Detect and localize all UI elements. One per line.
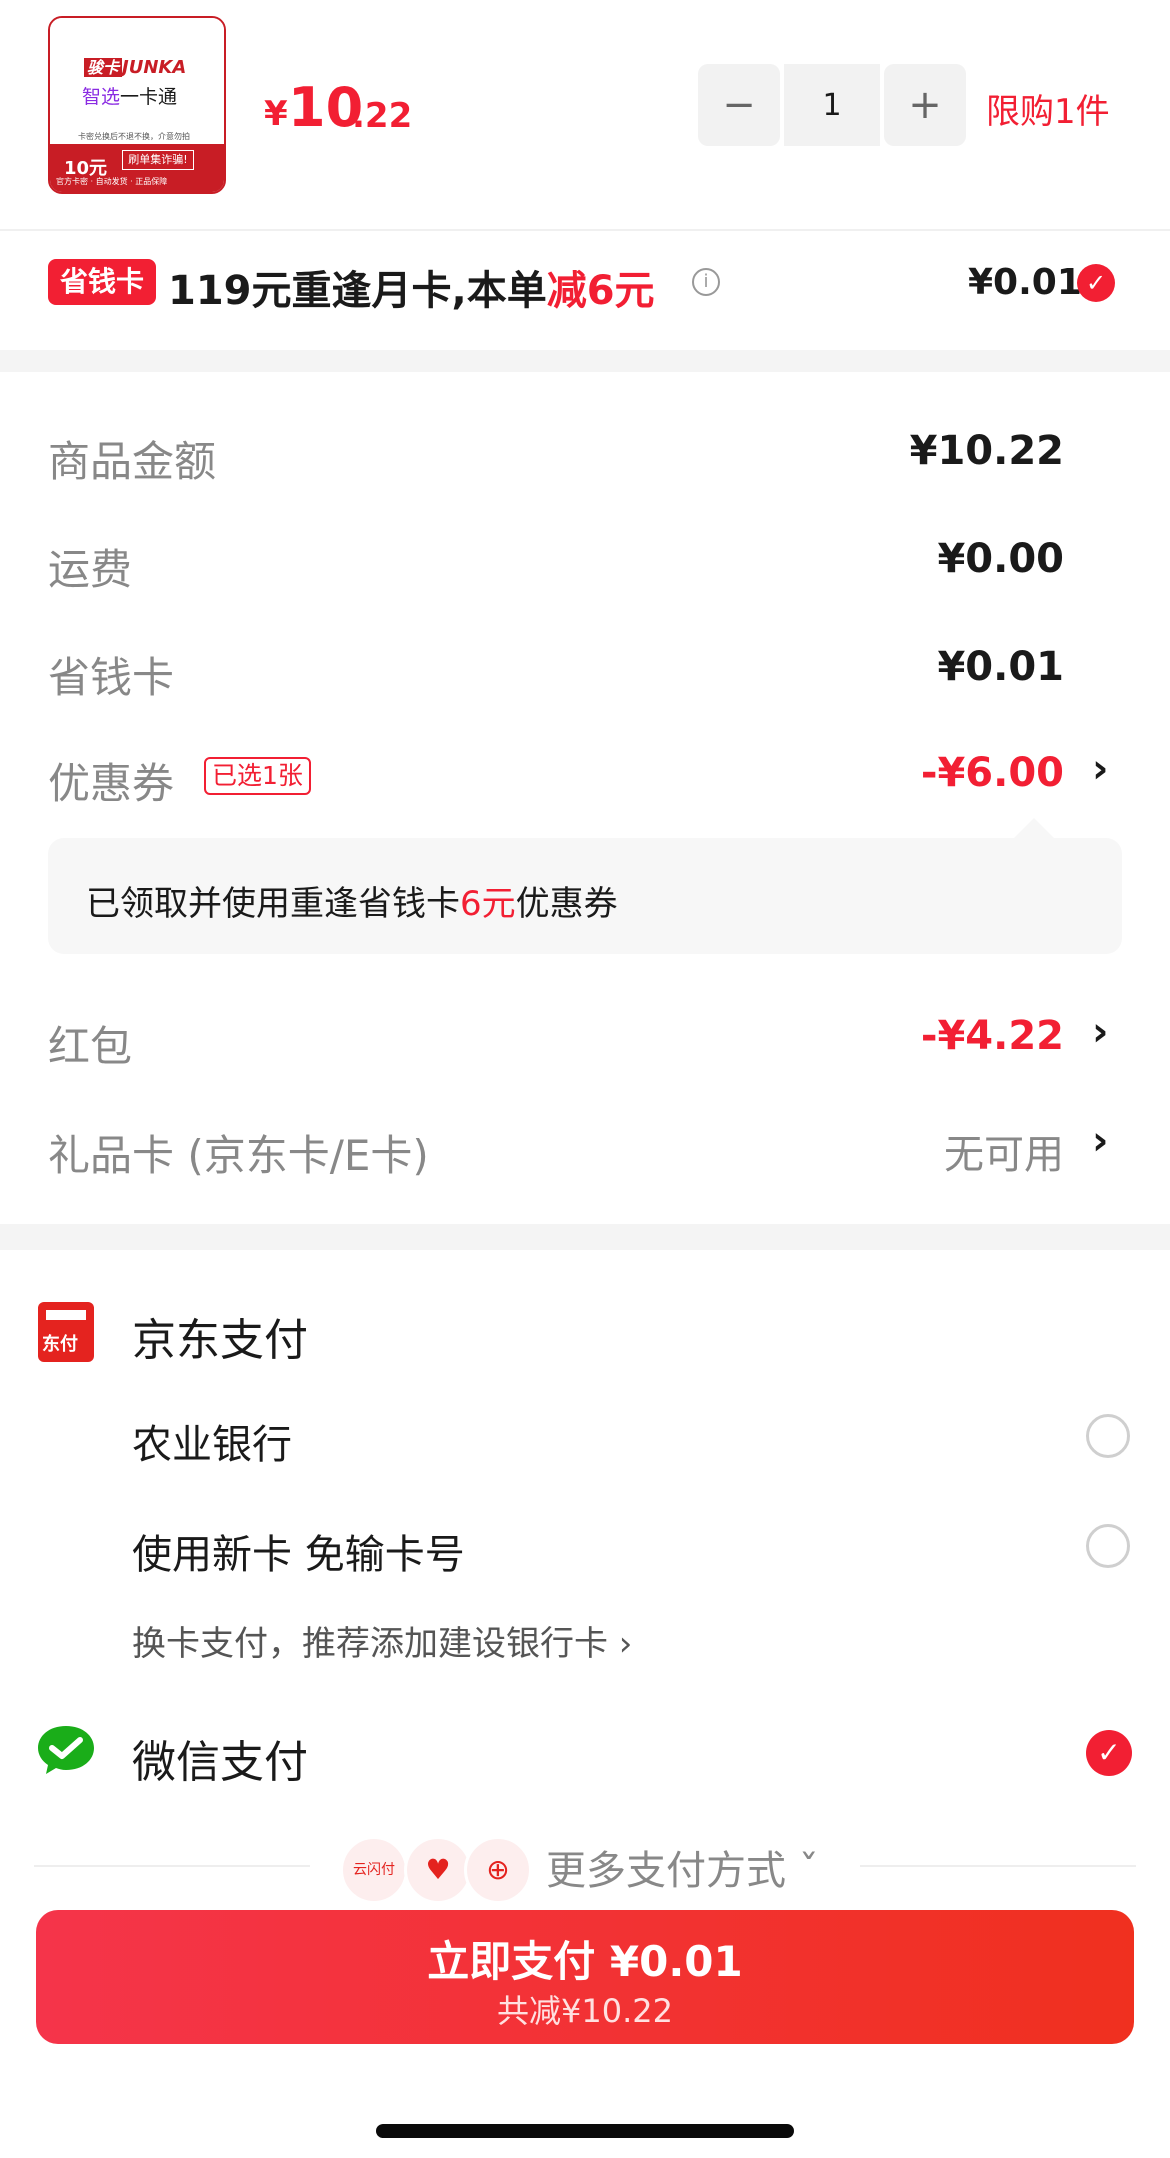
- subtitle-b: 一卡通: [120, 86, 178, 108]
- total-discount-label: 共减¥10.22: [497, 1992, 673, 2030]
- gift-card-label: 礼品卡 (京东卡/E卡): [48, 1131, 429, 1180]
- pay-now-label: 立即支付 ¥0.01: [427, 1937, 743, 1986]
- coupon-note-suffix: 优惠券: [515, 884, 618, 924]
- price-symbol: ¥: [264, 94, 288, 134]
- goods-amount-label: 商品金额: [48, 437, 217, 486]
- coupon-note-prefix: 已领取并使用重逢省钱卡: [86, 884, 460, 924]
- product-image-top: 骏卡 JUNKA 智选一卡通 卡密兑换后不退不换，介意勿拍: [50, 18, 224, 148]
- saving-card-discount: 减6元: [546, 268, 655, 314]
- product-footer: 官方卡密 · 自动发货 · 正品保障: [56, 177, 168, 186]
- jd-pay-stripe: [46, 1310, 86, 1320]
- subtitle-a: 智选: [82, 86, 121, 108]
- product-brand: 骏卡 JUNKA: [84, 54, 186, 78]
- saving-card-text[interactable]: 119元重逢月卡,本单减6元: [168, 258, 655, 316]
- product-image[interactable]: 骏卡 JUNKA 智选一卡通 卡密兑换后不退不换，介意勿拍 10元 刷单集诈骗! …: [48, 16, 226, 194]
- product-note: 卡密兑换后不退不换，介意勿拍: [78, 132, 190, 141]
- red-packet-label: 红包: [48, 1022, 133, 1071]
- new-card-option-label[interactable]: 使用新卡 免输卡号: [132, 1522, 465, 1580]
- wechat-pay-icon: [38, 1726, 94, 1774]
- section-gap: [0, 1224, 1170, 1250]
- jd-pay-icon: 东付: [38, 1302, 94, 1362]
- brand-name: JUNKA: [122, 57, 187, 78]
- purchase-limit: 限购1件: [986, 92, 1110, 132]
- goods-amount-value: ¥10.22: [909, 428, 1064, 474]
- quantity-stepper: − 1 +: [698, 64, 966, 146]
- decrease-button[interactable]: −: [698, 64, 780, 146]
- quantity-value[interactable]: 1: [784, 64, 880, 146]
- jd-pay-icon-text: 东付: [42, 1334, 78, 1355]
- saving-card-check-icon[interactable]: ✓: [1077, 264, 1115, 302]
- bank-option-radio[interactable]: [1086, 1414, 1130, 1458]
- coupon-label: 优惠券: [48, 759, 175, 808]
- saving-card-value: ¥0.01: [937, 644, 1064, 690]
- coupon-note-amount: 6元: [460, 884, 516, 924]
- more-divider-right: [860, 1865, 1136, 1867]
- divider: [0, 229, 1170, 231]
- brand-tag: 骏卡: [84, 58, 123, 77]
- shipping-label: 运费: [48, 545, 133, 594]
- increase-button[interactable]: +: [884, 64, 966, 146]
- coupon-value[interactable]: -¥6.00: [880, 750, 1064, 796]
- home-indicator: [376, 2124, 794, 2138]
- bank-option-label[interactable]: 农业银行: [132, 1412, 292, 1470]
- info-icon[interactable]: i: [692, 268, 720, 296]
- product-subtitle: 智选一卡通: [82, 82, 177, 109]
- pay-now-button[interactable]: 立即支付 ¥0.01 共减¥10.22: [36, 1910, 1134, 2044]
- warning-box: 刷单集诈骗!: [122, 150, 194, 170]
- saving-card-badge: 省钱卡: [48, 259, 157, 305]
- section-gap: [0, 350, 1170, 372]
- red-packet-value[interactable]: -¥4.22: [880, 1013, 1064, 1059]
- more-divider-left: [34, 1865, 310, 1867]
- price-decimal: .22: [352, 96, 413, 136]
- product-image-bottom: 10元 刷单集诈骗! 官方卡密 · 自动发货 · 正品保障: [50, 144, 224, 192]
- saving-card-price: ¥0.01: [968, 262, 1082, 303]
- jd-pay-title: 京东支付: [132, 1315, 308, 1366]
- coupon-selected-tag: 已选1张: [204, 757, 311, 795]
- unionpay-quickpass-icon: 云闪付: [340, 1836, 408, 1904]
- saving-card-main: 119元重逢月卡,本单: [168, 268, 547, 314]
- wechat-pay-check-icon[interactable]: ✓: [1086, 1730, 1132, 1776]
- saving-card-label: 省钱卡: [48, 653, 175, 702]
- coupon-note: 已领取并使用重逢省钱卡6元优惠券: [86, 876, 618, 925]
- coupon-chevron-icon[interactable]: ›: [1092, 746, 1108, 792]
- heart-pay-icon: ♥: [404, 1836, 472, 1904]
- note-arrow: [1014, 818, 1054, 838]
- shipping-value: ¥0.00: [937, 536, 1064, 582]
- switch-card-link[interactable]: 换卡支付，推荐添加建设银行卡 ›: [132, 1616, 632, 1665]
- red-packet-chevron-icon[interactable]: ›: [1092, 1009, 1108, 1055]
- gift-card-chevron-icon[interactable]: ›: [1092, 1118, 1108, 1164]
- new-card-option-radio[interactable]: [1086, 1524, 1130, 1568]
- wechat-pay-title[interactable]: 微信支付: [132, 1726, 308, 1790]
- digital-rmb-icon: ⊕: [464, 1836, 532, 1904]
- gift-card-value[interactable]: 无可用: [880, 1122, 1064, 1180]
- more-payment-methods[interactable]: 更多支付方式 ˇ: [546, 1838, 819, 1896]
